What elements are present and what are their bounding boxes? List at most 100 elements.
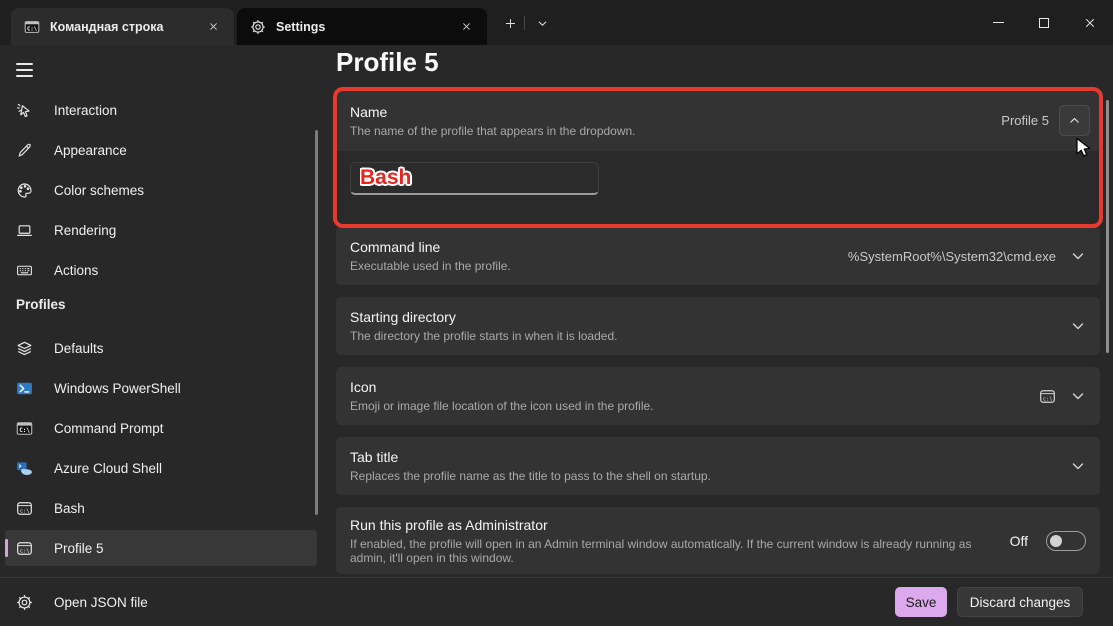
setting-row-tab-title[interactable]: Tab title Replaces the profile name as t… [336,437,1100,495]
setting-description: Executable used in the profile. [350,259,511,273]
sidebar-item-color-schemes[interactable]: Color schemes [5,172,317,208]
setting-description: Emoji or image file location of the icon… [350,399,654,413]
close-tab-icon[interactable] [455,16,477,38]
svg-text:C:\: C:\ [19,427,30,434]
sidebar-item-appearance[interactable]: Appearance [5,132,317,168]
profiles-section-header: Profiles [16,297,66,312]
discard-changes-button[interactable]: Discard changes [957,587,1083,617]
name-setting-card: Name The name of the profile that appear… [336,90,1100,225]
setting-value: Profile 5 [1001,113,1049,128]
sidebar-item-defaults[interactable]: Defaults [5,330,317,366]
cmd-outline-icon: c:\ [1039,388,1056,405]
save-button[interactable]: Save [895,587,947,617]
setting-row-starting-directory[interactable]: Starting directory The directory the pro… [336,297,1100,355]
plus-icon [504,17,517,30]
sidebar-item-profile-5[interactable]: c:\ Profile 5 [5,530,317,566]
setting-row-icon[interactable]: Icon Emoji or image file location of the… [336,367,1100,425]
tab-label: Settings [276,20,445,34]
layers-icon [16,340,33,357]
name-input[interactable] [350,162,599,195]
minimize-button[interactable] [975,0,1021,45]
sidebar-item-label: Profile 5 [54,541,104,556]
windows-terminal-settings-window: C:\ Командная строка Settings Interactio… [0,0,1113,626]
cmd-window-icon: C:\ [24,19,40,35]
sidebar-item-label: Appearance [54,143,127,158]
close-button[interactable] [1067,0,1113,45]
close-tab-icon[interactable] [202,16,224,38]
sidebar-item-label: Actions [54,263,98,278]
toggle-knob [1050,535,1062,547]
setting-label: Command line [350,239,511,255]
azure-cloud-icon [16,460,33,477]
setting-label: Tab title [350,449,711,465]
page-title: Profile 5 [336,47,439,78]
maximize-icon [1039,18,1049,28]
palette-icon [16,182,33,199]
keyboard-icon [16,262,33,279]
collapse-expander-button[interactable] [1059,105,1090,136]
tab-dropdown-button[interactable] [528,9,556,37]
selection-indicator [5,539,8,557]
chevron-down-icon [1070,388,1086,404]
sidebar-item-rendering[interactable]: Rendering [5,212,317,248]
sidebar-scrollbar[interactable] [315,130,318,515]
toggle-state-label: Off [1010,533,1028,549]
setting-description: Replaces the profile name as the title t… [350,469,711,483]
sidebar-item-label: Command Prompt [54,421,164,436]
close-icon [1084,17,1096,29]
setting-description: The directory the profile starts in when… [350,329,617,343]
main-scrollbar[interactable] [1106,100,1109,353]
cmd-outline-icon: c:\ [16,540,33,557]
sidebar-item-label: Interaction [54,103,117,118]
setting-label: Starting directory [350,309,617,325]
chevron-down-icon [1070,458,1086,474]
tab-settings[interactable]: Settings [237,8,487,45]
powershell-icon [16,380,33,397]
open-json-label: Open JSON file [54,595,148,610]
open-json-file-button[interactable]: Open JSON file [0,594,148,611]
chevron-up-icon [1068,114,1081,127]
sidebar-item-windows-powershell[interactable]: Windows PowerShell [5,370,317,406]
gear-icon [16,594,33,611]
setting-label: Name [350,104,636,120]
svg-text:c:\: c:\ [20,548,30,554]
gear-icon [250,19,266,35]
sidebar-item-label: Windows PowerShell [54,381,181,396]
svg-text:c:\: c:\ [20,508,30,514]
chevron-down-icon [1070,248,1086,264]
sidebar-item-label: Defaults [54,341,104,356]
tab-label: Командная строка [50,20,192,34]
setting-value: %SystemRoot%\System32\cmd.exe [848,249,1056,264]
window-controls [975,0,1113,45]
hamburger-menu-button[interactable] [5,52,45,88]
sidebar-item-label: Color schemes [54,183,144,198]
sidebar-item-actions[interactable]: Actions [5,252,317,288]
tab-command-prompt[interactable]: C:\ Командная строка [11,8,234,45]
sidebar-item-bash[interactable]: c:\ Bash [5,490,317,526]
monitor-icon [16,222,33,239]
sidebar-item-command-prompt[interactable]: C:\ Command Prompt [5,410,317,446]
chevron-down-icon [1070,318,1086,334]
name-setting-text: Name The name of the profile that appear… [350,104,636,138]
sidebar-item-azure-cloud-shell[interactable]: Azure Cloud Shell [5,450,317,486]
svg-text:C:\: C:\ [27,26,38,32]
cursor-click-icon [16,102,33,119]
sidebar-item-label: Bash [54,501,85,516]
titlebar-separator [524,16,525,30]
setting-row-run-as-administrator[interactable]: Run this profile as Administrator If ena… [336,507,1100,574]
setting-row-command-line[interactable]: Command line Executable used in the prof… [336,227,1100,285]
bottom-bar: Open JSON file Save Discard changes [0,577,1113,626]
name-setting-header[interactable]: Name The name of the profile that appear… [336,90,1100,151]
setting-description: The name of the profile that appears in … [350,124,636,138]
admin-toggle-switch[interactable] [1046,531,1086,551]
sidebar: Interaction Appearance Color schemes Ren… [0,45,322,577]
sidebar-item-interaction[interactable]: Interaction [5,92,317,128]
minimize-icon [993,22,1004,23]
setting-label: Icon [350,379,654,395]
maximize-button[interactable] [1021,0,1067,45]
new-tab-button[interactable] [496,9,524,37]
setting-description: If enabled, the profile will open in an … [350,537,990,565]
pen-icon [16,142,33,159]
setting-label: Run this profile as Administrator [350,517,990,533]
sidebar-item-label: Rendering [54,223,116,238]
